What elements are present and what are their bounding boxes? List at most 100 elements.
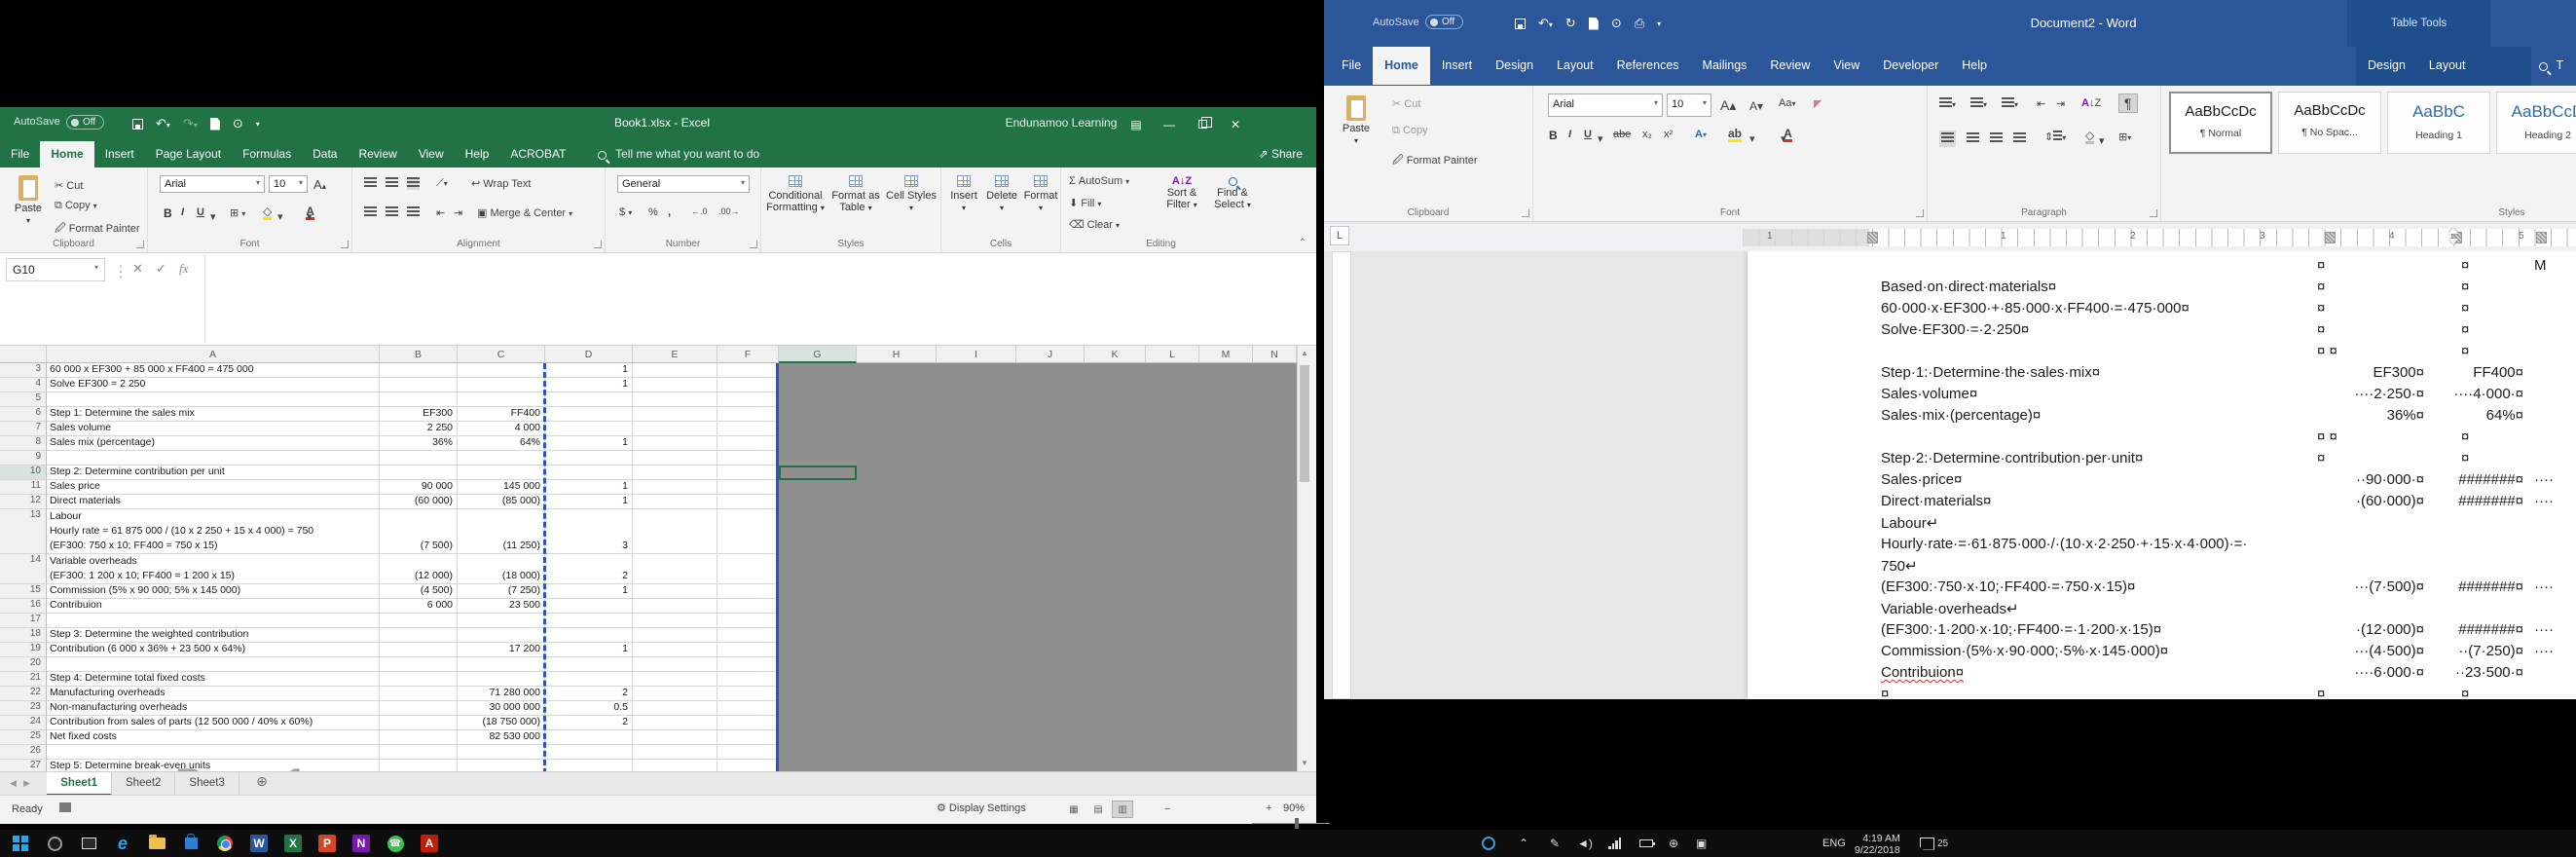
word-justify-icon[interactable]: [2013, 132, 2026, 145]
cell-d27[interactable]: [545, 760, 633, 771]
paste-button[interactable]: Paste ▾: [8, 175, 49, 227]
new-sheet-icon[interactable]: ⊕: [256, 773, 268, 789]
sheet-tab-sheet1[interactable]: Sheet1: [47, 772, 112, 796]
bold-button[interactable]: B: [164, 206, 172, 220]
clipboard-dialog-launcher-icon[interactable]: [136, 241, 144, 248]
borders-grid-icon[interactable]: ⊞▾: [2118, 130, 2131, 143]
cell-c9[interactable]: [458, 451, 545, 466]
cancel-entry-icon[interactable]: ✕: [132, 261, 143, 277]
underline-button[interactable]: U: [197, 206, 204, 218]
word-new-document-icon[interactable]: [1588, 17, 1599, 30]
excel-tab-formulas[interactable]: Formulas: [232, 141, 302, 168]
fill-color-dropdown-icon[interactable]: ▾: [277, 210, 283, 223]
cell-f11[interactable]: [718, 480, 779, 495]
format-painter-button[interactable]: 🖉 Format Painter: [55, 220, 140, 239]
cell-f12[interactable]: [718, 495, 779, 509]
scroll-down-icon[interactable]: ▼: [1298, 756, 1311, 771]
show-hidden-icons[interactable]: ⌃: [1519, 832, 1528, 855]
align-middle-icon[interactable]: [386, 177, 398, 190]
show-formatting-marks-icon[interactable]: ¶: [2118, 93, 2138, 113]
word-subscript-icon[interactable]: x₂: [1642, 129, 1652, 140]
row-header-13[interactable]: 13: [0, 509, 47, 554]
column-header-d[interactable]: D: [545, 346, 633, 363]
active-cell-g10[interactable]: [779, 466, 857, 480]
row-header-14[interactable]: 14: [0, 554, 47, 584]
cell-c27[interactable]: [458, 760, 545, 771]
wrap-text-button[interactable]: ↩ Wrap Text: [471, 177, 531, 190]
cell-a18[interactable]: Step 3: Determine the weighted contribut…: [47, 628, 380, 643]
cell-a22[interactable]: Manufacturing overheads: [47, 687, 380, 701]
multilevel-list-icon[interactable]: ▾: [2002, 97, 2018, 110]
cell-c16[interactable]: 23 500: [458, 599, 545, 614]
scrollbar-thumb[interactable]: [1300, 365, 1309, 482]
cell-a10[interactable]: Step 2: Determine contribution per unit: [47, 466, 380, 480]
line-spacing-icon[interactable]: ⇕ ▾: [2044, 130, 2066, 143]
word-tab-developer[interactable]: Developer: [1871, 47, 1950, 85]
table-column-marker[interactable]: [2325, 232, 2336, 243]
cell-e11[interactable]: [633, 480, 718, 495]
word-redo-icon[interactable]: ↻: [1565, 16, 1576, 31]
cell-e3[interactable]: [633, 363, 718, 378]
cell-e6[interactable]: [633, 407, 718, 422]
tab-selector[interactable]: L: [1330, 226, 1349, 245]
word-tab-mailings[interactable]: Mailings: [1691, 47, 1759, 85]
numbering-icon[interactable]: ▾: [1970, 97, 1987, 110]
align-left-icon[interactable]: [364, 206, 377, 219]
vertical-ruler[interactable]: [1332, 251, 1351, 699]
word-text-effects-icon[interactable]: A▾: [1695, 129, 1707, 140]
row-header-6[interactable]: 6: [0, 407, 47, 422]
cell-f4[interactable]: [718, 378, 779, 392]
word-font-size-combo[interactable]: 10 ▾: [1667, 93, 1711, 117]
powerpoint-icon[interactable]: P: [313, 832, 342, 855]
cell-f18[interactable]: [718, 628, 779, 643]
customize-quick-access-icon[interactable]: ▾: [256, 120, 260, 129]
clock[interactable]: 4:19 AM 9/22/2018: [1855, 833, 1900, 856]
onenote-icon[interactable]: N: [347, 832, 376, 855]
doc-line[interactable]: Hourly·rate·=·61·875·000·/·(10·x·2·250·+…: [1748, 536, 2576, 557]
page-layout-view-icon[interactable]: ▤: [1087, 801, 1109, 818]
file-explorer-icon[interactable]: [142, 832, 171, 855]
store-icon[interactable]: [176, 832, 205, 855]
cell-e25[interactable]: [633, 730, 718, 745]
word-tab-view[interactable]: View: [1822, 47, 1871, 85]
excel-tab-data[interactable]: Data: [302, 141, 348, 168]
table-column-marker[interactable]: [2536, 232, 2547, 243]
doc-line[interactable]: ¤ ¤ ¤: [1748, 428, 2576, 450]
column-header-h[interactable]: H: [857, 346, 937, 363]
cell-c24[interactable]: (18 750 000): [458, 716, 545, 730]
excel-tab-file[interactable]: File: [0, 141, 40, 168]
row-header-26[interactable]: 26: [0, 745, 47, 760]
cell-a13[interactable]: Labour Hourly rate = 61 875 000 / (10 x …: [47, 509, 380, 554]
align-right-icon[interactable]: [407, 206, 420, 219]
cell-c6[interactable]: FF400: [458, 407, 545, 422]
cell-b26[interactable]: [380, 745, 458, 760]
word-tell-me-search[interactable]: T: [2539, 58, 2563, 72]
pen-tray-icon[interactable]: ✎: [1550, 832, 1560, 855]
cell-d17[interactable]: [545, 614, 633, 628]
word-tab-file[interactable]: File: [1330, 47, 1373, 85]
word-highlight-icon[interactable]: ab: [1728, 127, 1743, 142]
cell-f19[interactable]: [718, 643, 779, 657]
cell-c25[interactable]: 82 530 000: [458, 730, 545, 745]
network-icon[interactable]: [1608, 832, 1621, 855]
column-header-b[interactable]: B: [380, 346, 458, 363]
cell-a27[interactable]: Step 5: Determine break-even units: [47, 760, 380, 771]
row-header-19[interactable]: 19: [0, 643, 47, 657]
word-tab-design[interactable]: Design: [1484, 47, 1545, 85]
cell-c23[interactable]: 30 000 000: [458, 701, 545, 716]
cell-e22[interactable]: [633, 687, 718, 701]
cell-f13[interactable]: [718, 509, 779, 554]
doc-line[interactable]: (EF300:·750·x·10;·FF400·=·750·x·15)¤ ···(…: [1748, 578, 2576, 600]
align-center-icon[interactable]: [386, 206, 398, 219]
italic-button[interactable]: I: [181, 206, 184, 218]
sheet-nav-right-icon[interactable]: ▶: [23, 778, 30, 788]
cell-d22[interactable]: 2: [545, 687, 633, 701]
sort-icon[interactable]: A↓Z: [2081, 97, 2101, 109]
excel-tab-review[interactable]: Review: [348, 141, 407, 168]
decrease-indent-icon[interactable]: ⇤: [436, 206, 445, 219]
word-italic-button[interactable]: I: [1568, 129, 1571, 140]
cell-a9[interactable]: [47, 451, 380, 466]
cell-c20[interactable]: [458, 657, 545, 672]
table-column-marker[interactable]: [1867, 232, 1878, 243]
cell-b9[interactable]: [380, 451, 458, 466]
